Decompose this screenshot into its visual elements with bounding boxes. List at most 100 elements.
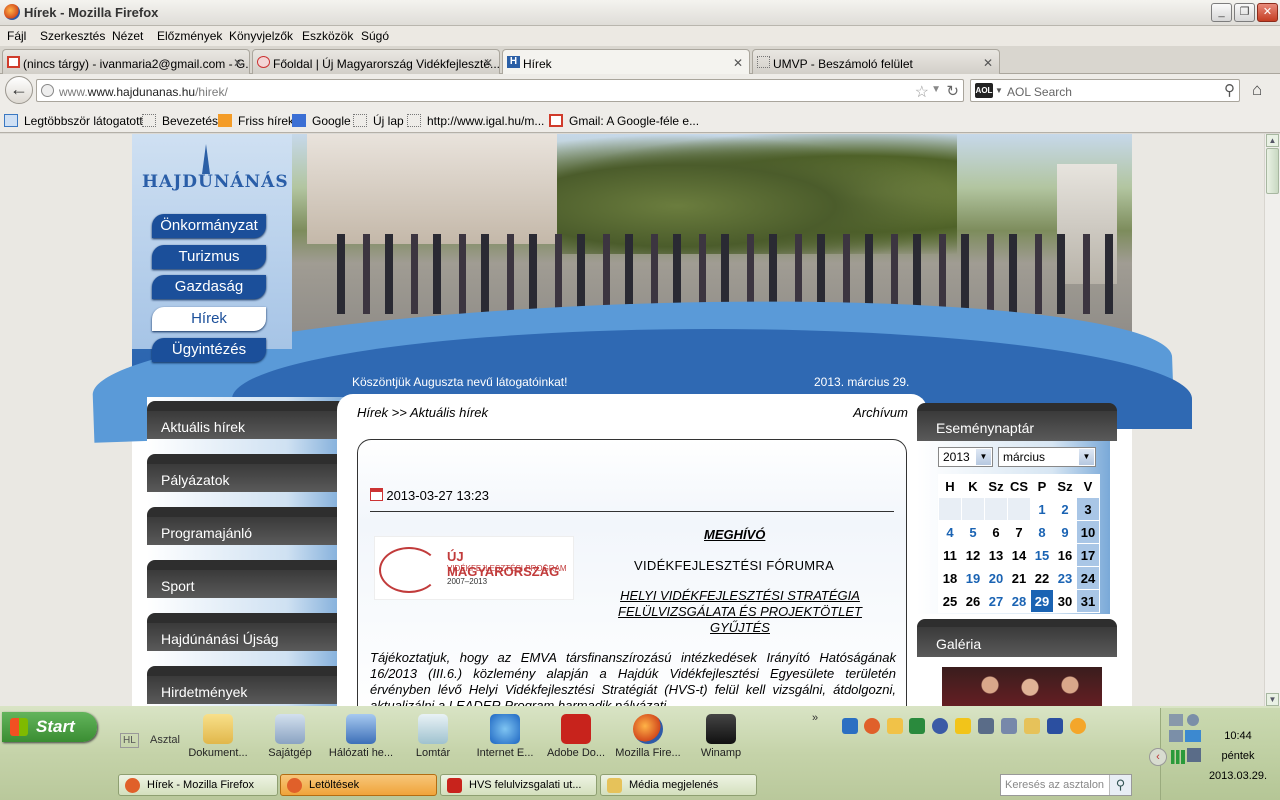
menu-sport[interactable]: Sport xyxy=(147,560,347,598)
calendar-day[interactable]: 30 xyxy=(1053,589,1077,613)
calendar-day[interactable]: 16 xyxy=(1053,543,1077,567)
ql-firefox[interactable]: Mozilla Fire... xyxy=(613,714,683,759)
vertical-scrollbar[interactable]: ▲ ▼ xyxy=(1264,134,1280,706)
calendar-day[interactable]: 12 xyxy=(961,543,985,567)
site-logo[interactable]: HAJDÚNÁNÁS xyxy=(142,144,288,199)
tray-expand-icon[interactable]: ‹ xyxy=(1149,748,1167,766)
taskbtn-media[interactable]: Média megjelenés xyxy=(600,774,757,796)
taskbtn-firefox[interactable]: Hírek - Mozilla Firefox xyxy=(118,774,278,796)
media-small-icon[interactable] xyxy=(932,718,948,734)
nav-hirek[interactable]: Hírek xyxy=(152,307,266,331)
calendar-day[interactable]: 6 xyxy=(984,520,1008,544)
close-tab-icon[interactable]: ✕ xyxy=(983,56,993,70)
bookmark-uj-lap[interactable]: Új lap xyxy=(353,114,404,128)
ql-recycle-bin[interactable]: Lomtár xyxy=(398,714,468,759)
calendar-day[interactable]: 29 xyxy=(1030,589,1054,613)
word-small-icon[interactable] xyxy=(1047,718,1063,734)
ql-my-computer[interactable]: Sajátgép xyxy=(255,714,325,759)
menu-history[interactable]: Előzmények xyxy=(157,29,222,43)
menu-hirdetmenyek[interactable]: Hirdetmények xyxy=(147,666,347,704)
hl-indicator[interactable]: HL xyxy=(120,733,139,748)
year-select[interactable]: 2013 ▼ xyxy=(938,447,993,467)
close-button[interactable]: ✕ xyxy=(1257,3,1278,22)
calendar-day[interactable]: 4 xyxy=(938,520,962,544)
bookmark-gmail[interactable]: Gmail: A Google-féle e... xyxy=(549,114,699,128)
start-button[interactable]: Start xyxy=(2,712,97,742)
calendar-day[interactable]: 1 xyxy=(1030,497,1054,521)
calendar-day[interactable]: 31 xyxy=(1076,589,1100,613)
calendar-day[interactable]: 14 xyxy=(1007,543,1031,567)
search-icon[interactable]: ⚲ xyxy=(1224,81,1235,99)
calendar-day[interactable]: 10 xyxy=(1076,520,1100,544)
calendar-day[interactable]: 25 xyxy=(938,589,962,613)
excel-small-icon[interactable] xyxy=(909,718,925,734)
more-chevron-icon[interactable]: » xyxy=(812,712,818,724)
ql-internet-explorer[interactable]: Internet E... xyxy=(470,714,540,759)
desktop-search-input[interactable]: Keresés az asztalon ⚲ xyxy=(1000,774,1132,796)
calendar-day[interactable]: 22 xyxy=(1030,566,1054,590)
calendar-day[interactable]: 23 xyxy=(1053,566,1077,590)
calendar-day[interactable]: 18 xyxy=(938,566,962,590)
folder-small-icon[interactable] xyxy=(1024,718,1040,734)
calendar-day[interactable]: 24 xyxy=(1076,566,1100,590)
home-icon[interactable]: ⌂ xyxy=(1252,80,1262,100)
ie-small-icon[interactable] xyxy=(842,718,858,734)
menu-edit[interactable]: Szerkesztés xyxy=(40,29,105,43)
engine-dropdown-icon[interactable]: ▼ xyxy=(995,86,1003,95)
calendar-day[interactable]: 28 xyxy=(1007,589,1031,613)
scroll-up-icon[interactable]: ▲ xyxy=(1266,134,1279,147)
firefox-small-icon[interactable] xyxy=(864,718,880,734)
calendar-day[interactable]: 27 xyxy=(984,589,1008,613)
tray-key-icon[interactable] xyxy=(1169,730,1183,742)
menu-palyazatok[interactable]: Pályázatok xyxy=(147,454,347,492)
calendar-day[interactable]: 19 xyxy=(961,566,985,590)
scroll-down-icon[interactable]: ▼ xyxy=(1266,693,1279,706)
tray-app-icon[interactable] xyxy=(1187,714,1199,726)
desktop-toolbar-label[interactable]: Asztal xyxy=(150,734,180,746)
calendar-day[interactable]: 26 xyxy=(961,589,985,613)
calendar-day[interactable]: 3 xyxy=(1076,497,1100,521)
taskbtn-hvs-doc[interactable]: HVS felulvizsgalati ut... xyxy=(440,774,597,796)
calendar-day[interactable]: 13 xyxy=(984,543,1008,567)
menu-help[interactable]: Súgó xyxy=(361,29,389,43)
ql-network[interactable]: Hálózati he... xyxy=(326,714,396,759)
clock[interactable]: 10:44 péntek 2013.03.29. xyxy=(1198,728,1278,784)
signal-icon[interactable] xyxy=(1171,750,1185,764)
scroll-thumb[interactable] xyxy=(1266,148,1279,194)
calendar-day[interactable]: 17 xyxy=(1076,543,1100,567)
calendar-day[interactable]: 2 xyxy=(1053,497,1077,521)
nav-ugyintezes[interactable]: Ügyintézés xyxy=(152,338,266,362)
close-tab-icon[interactable]: ✕ xyxy=(233,56,243,70)
smiley-small-icon[interactable] xyxy=(1070,718,1086,734)
tab-umvp-home[interactable]: Főoldal | Új Magyarország Vidékfejleszté… xyxy=(252,49,500,74)
pen-small-icon[interactable] xyxy=(887,718,903,734)
url-dropdown-icon[interactable]: ▼ xyxy=(931,84,941,95)
nav-gazdasag[interactable]: Gazdaság xyxy=(152,275,266,299)
tab-gmail[interactable]: (nincs tárgy) - ivanmaria2@gmail.com - G… xyxy=(2,49,250,74)
menu-file[interactable]: Fájl xyxy=(7,29,26,43)
ql-documents[interactable]: Dokument... xyxy=(183,714,253,759)
bookmark-google[interactable]: Google xyxy=(292,114,351,128)
nav-turizmus[interactable]: Turizmus xyxy=(152,245,266,269)
calendar-day[interactable]: 20 xyxy=(984,566,1008,590)
close-tab-icon[interactable]: ✕ xyxy=(733,56,743,70)
calendar-day[interactable]: 5 xyxy=(961,520,985,544)
calendar-day[interactable]: 11 xyxy=(938,543,962,567)
back-button[interactable]: ← xyxy=(5,76,33,104)
menu-aktualis-hirek[interactable]: Aktuális hírek xyxy=(147,401,347,439)
bookmark-friss-hirek[interactable]: Friss hírek xyxy=(218,114,294,128)
month-select[interactable]: március ▼ xyxy=(998,447,1096,467)
nav-onkormanyzat[interactable]: Önkormányzat xyxy=(152,214,266,238)
printer-icon[interactable] xyxy=(1169,714,1183,726)
bookmark-bevezetes[interactable]: Bevezetés xyxy=(142,114,218,128)
menu-programajanlo[interactable]: Programajánló xyxy=(147,507,347,545)
calendar-title[interactable]: Eseménynaptár xyxy=(917,403,1117,441)
ql-adobe[interactable]: Adobe Do... xyxy=(541,714,611,759)
close-tab-icon[interactable]: ✕ xyxy=(483,56,493,70)
archive-link[interactable]: Archívum xyxy=(853,405,908,420)
calendar-day[interactable]: 21 xyxy=(1007,566,1031,590)
calendar-day[interactable]: 7 xyxy=(1007,520,1031,544)
minimize-button[interactable]: _ xyxy=(1211,3,1232,22)
gallery-title[interactable]: Galéria xyxy=(917,619,1117,657)
menu-tools[interactable]: Eszközök xyxy=(302,29,353,43)
